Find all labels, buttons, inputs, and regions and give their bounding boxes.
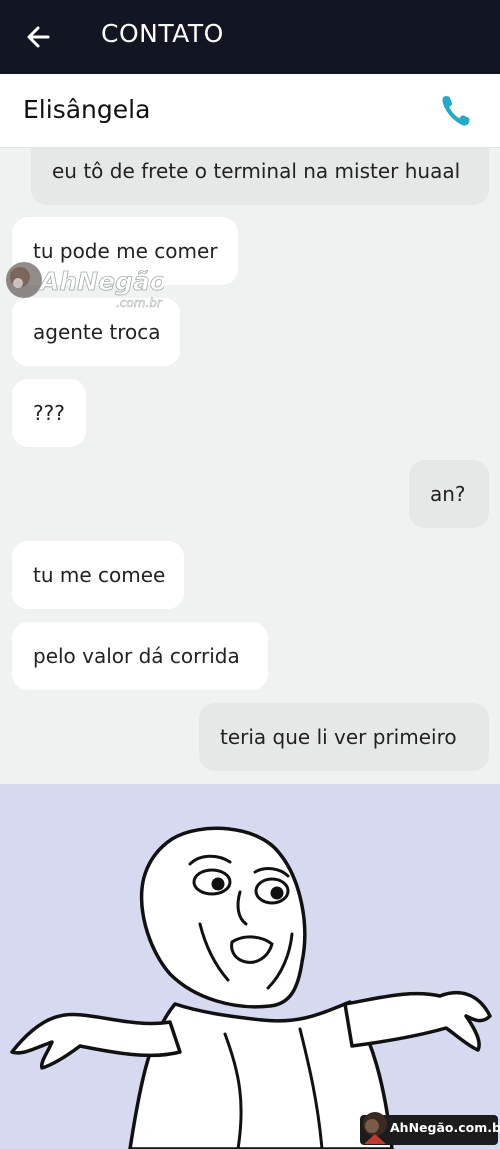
message-text: ??? xyxy=(33,401,65,425)
page-title: CONTATO xyxy=(101,19,224,48)
watermark-brand: AhNegão! xyxy=(38,267,164,296)
brand-domain-text: AhNegão.com.br xyxy=(390,1120,500,1135)
watermark-logo: AhNegão! .com.br xyxy=(6,262,164,310)
meme-panel xyxy=(0,784,500,1149)
message-incoming: tu me comee xyxy=(12,541,184,609)
message-text: tu me comee xyxy=(33,563,166,587)
shrug-rage-face-illustration xyxy=(10,826,492,1149)
message-text: teria que li ver primeiro xyxy=(220,725,457,749)
watermark-domain: .com.br xyxy=(116,296,163,310)
message-text: an? xyxy=(430,482,466,506)
message-incoming: ??? xyxy=(12,379,86,447)
top-app-bar: CONTATO xyxy=(0,0,500,74)
message-text: eu tô de frete o terminal na mister huaa… xyxy=(52,158,461,183)
contact-name: Elisângela xyxy=(23,95,151,124)
chat-thread[interactable]: eu tô de frete o terminal na mister huaa… xyxy=(0,148,500,784)
message-text: pelo valor dá corrida xyxy=(33,644,240,668)
message-outgoing: eu tô de frete o terminal na mister huaa… xyxy=(31,148,489,205)
brand-mascot-icon xyxy=(363,1112,387,1144)
message-text: agente troca xyxy=(33,320,161,344)
message-outgoing: teria que li ver primeiro xyxy=(199,703,489,771)
message-outgoing: an? xyxy=(409,460,489,528)
arrow-left-icon[interactable] xyxy=(22,20,56,54)
contact-header: Elisângela xyxy=(0,74,500,148)
message-incoming: pelo valor dá corrida xyxy=(12,622,268,690)
phone-icon[interactable] xyxy=(440,93,472,129)
